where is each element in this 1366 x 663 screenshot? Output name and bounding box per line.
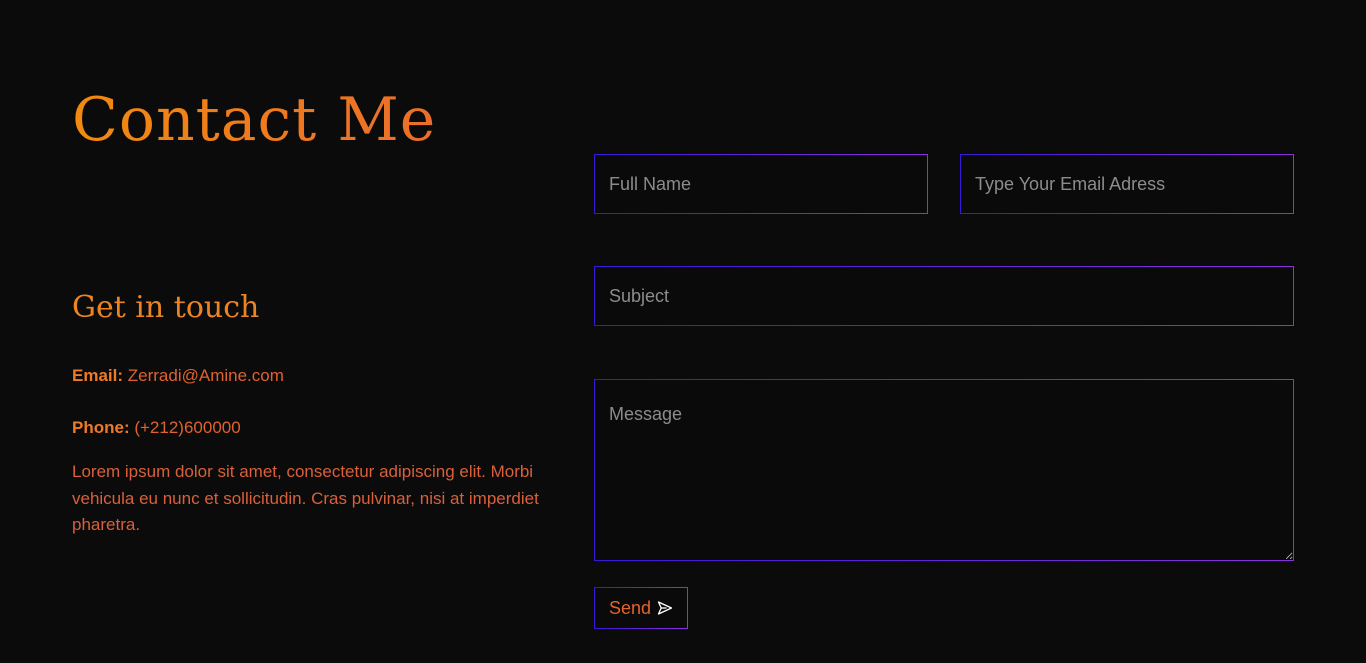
send-button[interactable]: Send (594, 587, 688, 629)
get-in-touch-heading: Get in touch (72, 290, 260, 325)
email-field-box (960, 154, 1294, 214)
phone-value: (+212)600000 (134, 418, 241, 437)
contact-description: Lorem ipsum dolor sit amet, consectetur … (72, 462, 539, 534)
subject-input[interactable] (595, 267, 1293, 325)
paper-plane-icon (657, 600, 673, 616)
email-input[interactable] (961, 155, 1293, 213)
subject-field-box (594, 266, 1294, 326)
send-button-label: Send (609, 597, 652, 618)
phone-label: Phone: (72, 418, 130, 437)
fullname-field-box (594, 154, 928, 214)
phone-line: Phone: (+212)600000 (72, 416, 241, 440)
email-label: Email: (72, 366, 124, 385)
fullname-input[interactable] (595, 155, 927, 213)
page-title: Contact Me (72, 82, 436, 158)
email-value: Zerradi@Amine.com (127, 366, 284, 385)
email-line: Email: Zerradi@Amine.com (72, 364, 284, 388)
message-textarea[interactable] (595, 380, 1293, 560)
message-field-box (594, 379, 1294, 561)
